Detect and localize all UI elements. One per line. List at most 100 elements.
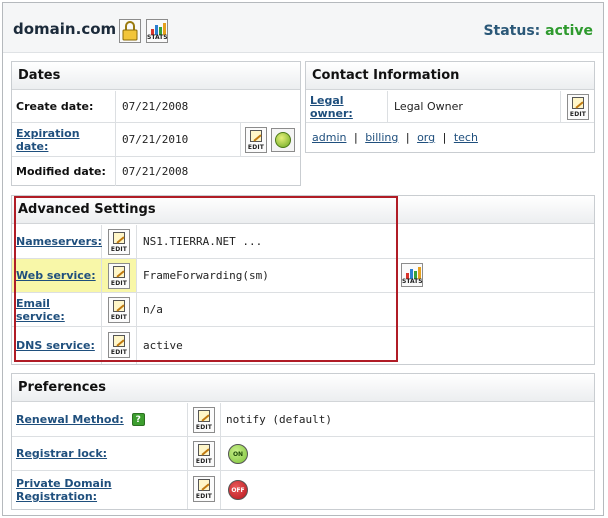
modified-date-value: 07/21/2008	[122, 165, 189, 178]
renew-icon[interactable]	[271, 128, 295, 152]
email-service-row: Email service: EDIT n/a	[12, 293, 594, 327]
private-registration-toggle[interactable]: OFF	[228, 480, 248, 500]
legal-owner-row: Legal owner: Legal Owner EDIT	[306, 91, 594, 123]
edit-label: EDIT	[247, 144, 265, 151]
link-separator: |	[405, 131, 410, 144]
registrar-lock-label-cell: Registrar lock:	[12, 437, 188, 470]
contact-links-row: admin | billing | org | tech	[306, 123, 594, 153]
edit-icon	[198, 444, 210, 456]
web-service-label-cell: Web service:	[12, 259, 102, 292]
email-service-label-cell: Email service:	[12, 293, 102, 326]
stats-label: STATS	[147, 34, 168, 41]
advanced-settings-title: Advanced Settings	[12, 196, 594, 224]
expiration-date-label-cell: Expiration date:	[12, 123, 116, 156]
status-value: active	[545, 23, 593, 39]
nameservers-row: Nameservers: EDIT NS1.TIERRA.NET ...	[12, 225, 594, 259]
edit-renewal-button[interactable]: EDIT	[193, 407, 215, 433]
edit-icon	[198, 410, 210, 422]
status-indicator: Status: active	[483, 23, 593, 39]
dns-service-link[interactable]: DNS service:	[16, 339, 95, 352]
create-date-label: Create date:	[12, 91, 116, 122]
contact-link-billing[interactable]: billing	[365, 131, 398, 144]
contact-title: Contact Information	[306, 62, 594, 90]
edit-email-service-button[interactable]: EDIT	[108, 297, 130, 323]
edit-icon	[113, 232, 125, 244]
expiration-date-row: Expiration date: 07/21/2010 EDIT	[12, 123, 300, 157]
advanced-settings-panel: Advanced Settings Nameservers: EDIT NS1.…	[11, 195, 595, 365]
dates-panel: Dates Create date: 07/21/2008 Expiration…	[11, 61, 301, 186]
renewal-method-link[interactable]: Renewal Method:	[16, 413, 124, 426]
web-stats-icon[interactable]: STATS	[401, 263, 423, 287]
edit-registrar-lock-button[interactable]: EDIT	[193, 441, 215, 467]
registrar-lock-toggle[interactable]: ON	[228, 444, 248, 464]
renewal-method-value: notify (default)	[226, 413, 332, 426]
link-separator: |	[353, 131, 358, 144]
stats-icon[interactable]: STATS	[146, 19, 168, 43]
nameservers-link[interactable]: Nameservers:	[16, 235, 102, 248]
edit-label: EDIT	[569, 111, 587, 118]
stats-label: STATS	[402, 278, 423, 285]
edit-icon	[572, 97, 584, 109]
edit-label: EDIT	[195, 493, 213, 500]
edit-icon	[113, 335, 125, 347]
web-service-link[interactable]: Web service:	[16, 269, 96, 282]
edit-label: EDIT	[110, 280, 128, 287]
edit-label: EDIT	[110, 246, 128, 253]
divider	[220, 471, 221, 509]
edit-expiration-button[interactable]: EDIT	[245, 127, 267, 153]
edit-label: EDIT	[110, 349, 128, 356]
create-date-row: Create date: 07/21/2008	[12, 91, 300, 123]
edit-dns-service-button[interactable]: EDIT	[108, 332, 130, 358]
divider	[240, 123, 241, 156]
status-label: Status:	[483, 23, 541, 39]
edit-icon	[113, 300, 125, 312]
dns-service-value: active	[143, 339, 183, 352]
web-service-value: FrameForwarding(sm)	[143, 269, 269, 282]
domain-title: domain.com	[13, 20, 117, 38]
edit-owner-button[interactable]: EDIT	[567, 94, 589, 120]
nameservers-label-cell: Nameservers:	[12, 225, 102, 258]
link-separator: |	[442, 131, 447, 144]
email-service-link[interactable]: Email service:	[16, 297, 101, 323]
expiration-date-link[interactable]: Expiration date:	[16, 127, 115, 153]
modified-date-label: Modified date:	[12, 157, 116, 186]
contact-link-admin[interactable]: admin	[312, 131, 346, 144]
private-registration-link[interactable]: Private Domain Registration:	[16, 477, 187, 503]
contact-link-tech[interactable]: tech	[454, 131, 478, 144]
contact-panel: Contact Information Legal owner: Legal O…	[305, 61, 595, 153]
renewal-method-row: Renewal Method: ? EDIT notify (default)	[12, 403, 594, 437]
domain-manager-window: domain.com STATS Status: active Dates Cr…	[2, 2, 604, 516]
email-service-value: n/a	[143, 303, 163, 316]
dns-service-label-cell: DNS service:	[12, 327, 102, 364]
dns-service-row: DNS service: EDIT active	[12, 327, 594, 364]
divider	[560, 91, 561, 122]
private-registration-label-cell: Private Domain Registration:	[12, 471, 188, 509]
renewal-method-label-cell: Renewal Method: ?	[12, 403, 188, 436]
legal-owner-link[interactable]: Legal owner:	[310, 94, 387, 120]
preferences-panel: Preferences Renewal Method: ? EDIT notif…	[11, 373, 595, 510]
edit-label: EDIT	[110, 314, 128, 321]
header-bar: domain.com STATS Status: active	[3, 3, 603, 53]
padlock-icon[interactable]	[119, 19, 141, 43]
help-icon[interactable]: ?	[131, 413, 145, 426]
expiration-date-value: 07/21/2010	[122, 133, 189, 146]
registrar-lock-row: Registrar lock: EDIT ON	[12, 437, 594, 471]
legal-owner-value: Legal Owner	[394, 100, 463, 113]
contact-links: admin | billing | org | tech	[312, 131, 478, 144]
renew-circle	[275, 132, 291, 148]
legal-owner-label-cell: Legal owner:	[306, 91, 388, 122]
dates-title: Dates	[12, 62, 300, 90]
contact-link-org[interactable]: org	[417, 131, 435, 144]
edit-private-registration-button[interactable]: EDIT	[193, 476, 215, 502]
nameservers-value: NS1.TIERRA.NET ...	[143, 235, 263, 248]
edit-label: EDIT	[195, 424, 213, 431]
edit-nameservers-button[interactable]: EDIT	[108, 229, 130, 255]
edit-icon	[198, 479, 210, 491]
edit-icon	[113, 266, 125, 278]
divider	[220, 437, 221, 470]
private-registration-row: Private Domain Registration: EDIT OFF	[12, 471, 594, 509]
preferences-title: Preferences	[12, 374, 594, 402]
web-service-row: Web service: EDIT FrameForwarding(sm) ST…	[12, 259, 594, 293]
registrar-lock-link[interactable]: Registrar lock:	[16, 447, 107, 460]
edit-web-service-button[interactable]: EDIT	[108, 263, 130, 289]
